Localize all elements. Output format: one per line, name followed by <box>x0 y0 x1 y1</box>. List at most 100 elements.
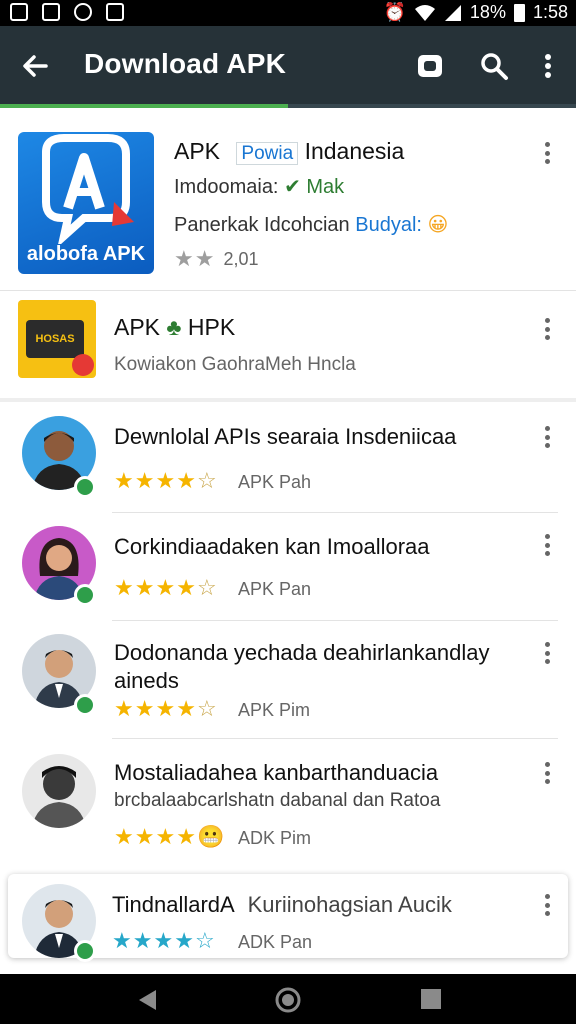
person-avatar-icon <box>32 766 86 828</box>
review-title: Dodonanda yechada deahirlankandlay <box>114 640 490 665</box>
review-meta: ADK Pim <box>238 828 312 848</box>
featured-line2-tag: Mak <box>306 176 345 198</box>
app-icon-2-label: HOSAS <box>26 320 84 358</box>
avatar[interactable] <box>22 754 96 828</box>
search-icon[interactable] <box>476 48 512 84</box>
star-icon: ★ <box>176 696 196 721</box>
review-rating: ★ ★ ★ ★ 😬 <box>114 826 224 848</box>
featured-2-title: APK ♣ HPK <box>114 314 235 341</box>
divider <box>112 620 558 621</box>
review-title-rest: Kuriinohagsian Aucik <box>247 892 452 917</box>
review-title-line2: aineds <box>114 668 179 693</box>
overflow-menu-icon[interactable] <box>540 530 554 560</box>
featured-2-title-rest: HPK <box>187 314 236 340</box>
star-outline-icon: ☆ <box>196 468 217 493</box>
star-outline-icon: ☆ <box>196 696 217 721</box>
rating-count: 2,01 <box>223 249 259 269</box>
star-icon: ★ <box>174 246 194 271</box>
wifi-icon <box>414 4 435 21</box>
check-icon: ✔ <box>284 176 301 198</box>
overflow-menu-icon[interactable] <box>530 48 566 84</box>
overflow-menu-icon[interactable] <box>540 638 554 668</box>
progress-fill <box>0 104 288 108</box>
star-icon: ★ <box>174 928 194 953</box>
star-icon: ★ <box>176 824 196 849</box>
online-badge <box>74 476 96 498</box>
star-icon: ★ <box>134 468 155 493</box>
star-icon: ★ <box>155 575 176 600</box>
review-rating: ★ ★ ★ ★ ☆ <box>114 470 217 492</box>
star-icon: ★ <box>114 468 134 493</box>
overflow-menu-icon[interactable] <box>540 758 554 788</box>
divider <box>0 290 576 291</box>
photo-notification-icon <box>106 3 124 21</box>
overflow-menu-icon[interactable] <box>540 314 554 344</box>
review-title-main: TindnallardA <box>112 892 234 917</box>
star-icon: ★ <box>114 696 134 721</box>
page-title: Download APK <box>84 48 287 79</box>
star-icon: ★ <box>153 928 174 953</box>
featured-line3-accent: Budyal: <box>355 214 422 236</box>
star-icon: ★ <box>134 696 155 721</box>
star-icon: ★ <box>134 824 155 849</box>
section-divider <box>0 398 576 402</box>
gallery-notification-icon <box>10 3 28 21</box>
system-nav-bar <box>0 974 576 1024</box>
star-icon: ★ <box>176 468 196 493</box>
star-outline-icon: ☆ <box>194 928 215 953</box>
star-icon: ★ <box>155 824 176 849</box>
app-icon[interactable]: alobofa APK <box>18 132 154 274</box>
review-title: Dewnlolal APIs searaia Insdeniicaa <box>114 424 457 449</box>
featured-line2: Imdoomaia: ✔ Mak <box>174 174 344 199</box>
online-badge <box>74 584 96 606</box>
review-meta: APK Pah <box>238 472 312 492</box>
overflow-menu-icon[interactable] <box>540 422 554 452</box>
featured-rating: ★ ★ 2,01 <box>174 248 259 270</box>
nav-back-icon[interactable] <box>136 988 158 1012</box>
leaf-icon: ♣ <box>166 314 182 340</box>
featured-2-title-main: APK <box>114 314 161 340</box>
featured-2-subtitle: Kowiakon GaohraMeh Hncla <box>114 354 356 375</box>
featured-title-main: APK <box>174 138 221 164</box>
screenshot-icon[interactable] <box>412 48 448 84</box>
online-badge <box>74 940 96 962</box>
star-icon: ★ <box>176 575 196 600</box>
online-badge <box>74 694 96 716</box>
image-notification-icon <box>42 3 60 21</box>
review-rating: ★ ★ ★ ★ ☆ <box>114 577 217 599</box>
review-subtitle: brcbalaabcarlshatn dabanal dan Ratoa <box>114 790 441 811</box>
star-icon: ★ <box>134 575 155 600</box>
featured-title: APK Powia Indanesia <box>174 138 404 165</box>
overflow-menu-icon[interactable] <box>540 138 554 168</box>
star-icon: ★ <box>155 696 176 721</box>
nav-home-icon[interactable] <box>274 986 302 1014</box>
review-card[interactable]: TindnallardA Kuriinohagsian Aucik ★ ★ ★ ★ ☆ … <box>8 874 568 962</box>
overflow-menu-icon[interactable] <box>540 890 554 920</box>
signal-icon <box>444 4 461 21</box>
review-meta: ADK Pan <box>238 932 313 952</box>
download-progress-bar <box>0 104 576 108</box>
featured-badge: Powia <box>236 142 299 165</box>
divider <box>112 512 558 513</box>
review-rating: ★ ★ ★ ★ ☆ <box>114 698 217 720</box>
smiley-icon: 😀 <box>427 214 449 236</box>
clock: 1:58 <box>532 2 568 22</box>
app-icon-2[interactable]: HOSAS <box>18 300 96 378</box>
app-icon-2-badge <box>72 354 94 376</box>
star-icon: ★ <box>114 824 134 849</box>
app-bar: Download APK <box>0 26 576 106</box>
featured-title-rest: Indanesia <box>304 138 405 164</box>
star-icon: ★ <box>132 928 153 953</box>
star-icon: ★ <box>194 246 215 271</box>
star-outline-icon: ☆ <box>196 575 217 600</box>
featured-line2-prefix: Imdoomaia: <box>174 176 279 198</box>
back-arrow-icon[interactable] <box>18 48 54 84</box>
star-icon: ★ <box>114 575 134 600</box>
review-title: Mostaliadahea kanbarthanduacia <box>114 760 439 785</box>
star-icon: ★ <box>112 928 132 953</box>
review-title: TindnallardA Kuriinohagsian Aucik <box>112 892 452 918</box>
review-rating: ★ ★ ★ ★ ☆ <box>112 930 215 952</box>
star-icon: ★ <box>155 468 176 493</box>
featured-line3-text: Panerkak Idcohcian <box>174 214 350 236</box>
nav-recents-icon[interactable] <box>420 988 442 1010</box>
